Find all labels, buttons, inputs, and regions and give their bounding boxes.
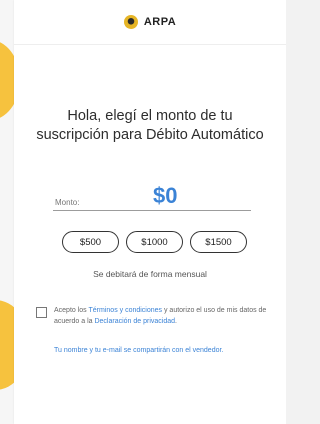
consent-text: Acepto los Términos y condiciones y auto… (54, 305, 278, 327)
frequency-note: Se debitará de forma mensual (93, 269, 207, 279)
terms-link[interactable]: Términos y condiciones (89, 307, 163, 314)
arpa-logo-icon (123, 15, 138, 29)
page: ARPA Hola, elegí el monto de tu suscripc… (0, 0, 286, 424)
preset-500-button[interactable]: $500 (62, 231, 119, 253)
consent-block: Acepto los Términos y condiciones y auto… (36, 305, 278, 327)
consent-text-part: . (175, 318, 177, 325)
preset-1000-button[interactable]: $1000 (126, 231, 183, 253)
consent-checkbox[interactable] (36, 307, 47, 318)
subscription-card: ARPA Hola, elegí el monto de tu suscripc… (14, 0, 286, 424)
preset-1500-button[interactable]: $1500 (190, 231, 247, 253)
brand-name: ARPA (143, 16, 177, 28)
amount-value[interactable]: $0 (153, 183, 177, 209)
consent-text-part: Acepto los (54, 307, 89, 314)
preset-amounts: $500 $1000 $1500 (62, 231, 247, 253)
header: ARPA (14, 0, 286, 45)
page-title: Hola, elegí el monto de tu suscripción p… (36, 108, 264, 143)
share-note: Tu nombre y tu e-mail se compartirán con… (54, 347, 224, 354)
amount-label: Monto: (55, 198, 80, 207)
amount-input[interactable]: Monto: $0 (53, 183, 251, 211)
privacy-link[interactable]: Declaración de privacidad (94, 318, 175, 325)
